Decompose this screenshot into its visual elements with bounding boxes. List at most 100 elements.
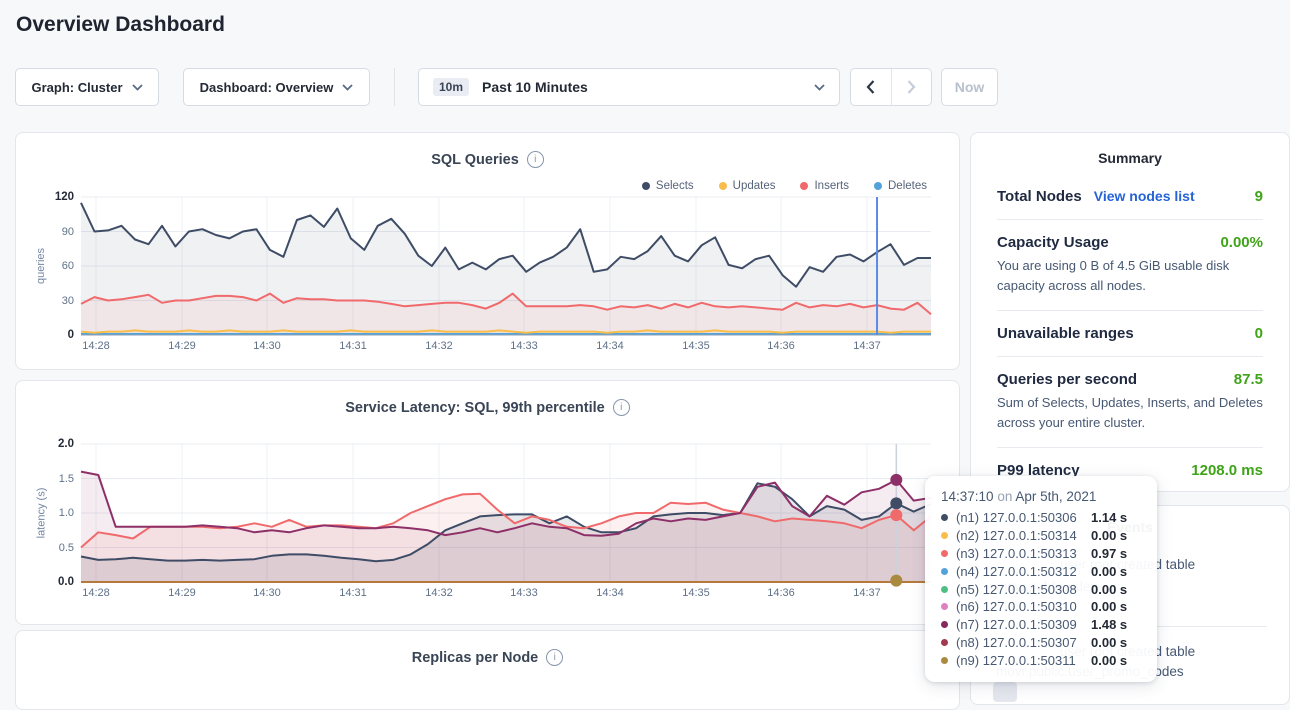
service-latency-panel: Service Latency: SQL, 99th percentile i … — [15, 380, 960, 625]
time-range-badge: 10m — [433, 78, 469, 96]
queries-per-second-label: Queries per second — [997, 371, 1137, 388]
tooltip-row: (n9) 127.0.0.1:50311 0.00 s — [941, 651, 1141, 669]
tooltip-rows: (n1) 127.0.0.1:503061.14 s(n2) 127.0.0.1… — [941, 509, 1141, 669]
tooltip-node-value: 1.48 s — [1091, 617, 1141, 632]
y-tick-label: 90 — [34, 226, 74, 238]
prev-time-button[interactable] — [851, 69, 892, 105]
tooltip-node-label: (n6) 127.0.0.1:50310 — [956, 599, 1077, 614]
node-color-dot-icon — [941, 621, 948, 628]
summary-title: Summary — [971, 150, 1289, 166]
chevron-down-icon — [814, 84, 825, 91]
tooltip-node-label: (n4) 127.0.0.1:50312 — [956, 564, 1077, 579]
node-color-dot-icon — [941, 550, 948, 557]
node-color-dot-icon — [941, 532, 948, 539]
tooltip-node-label: (n8) 127.0.0.1:50307 — [956, 635, 1077, 650]
node-color-dot-icon — [941, 514, 948, 521]
tooltip-node-label: (n7) 127.0.0.1:50309 — [956, 617, 1077, 632]
chevron-down-icon — [132, 84, 143, 91]
chevron-right-icon — [907, 80, 916, 94]
time-step-buttons — [850, 68, 932, 106]
tooltip-node-value: 0.00 s — [1091, 564, 1141, 579]
x-tick-label: 14:33 — [501, 340, 547, 352]
tooltip-node-label: (n9) 127.0.0.1:50311 — [956, 653, 1076, 668]
replicas-title-text: Replicas per Node — [412, 650, 539, 666]
time-range-selector[interactable]: 10m Past 10 Minutes — [418, 68, 840, 106]
tooltip-header: 14:37:10 on Apr 5th, 2021 — [941, 488, 1141, 505]
replicas-title: Replicas per Node i — [16, 649, 959, 666]
y-tick-label: 120 — [34, 191, 74, 203]
queries-per-second-value: 87.5 — [1234, 371, 1263, 388]
x-tick-label: 14:34 — [587, 340, 633, 352]
service-latency-chart[interactable] — [16, 381, 959, 624]
capacity-usage-subtext: You are using 0 B of 4.5 GiB usable disk… — [971, 251, 1289, 296]
y-tick-label: 1.5 — [34, 473, 74, 485]
x-tick-label: 14:35 — [673, 340, 719, 352]
info-icon[interactable]: i — [546, 649, 563, 666]
tooltip-row: (n8) 127.0.0.1:50307 0.00 s — [941, 634, 1141, 652]
divider — [997, 356, 1263, 357]
capacity-usage-label: Capacity Usage — [997, 234, 1109, 251]
divider — [997, 310, 1263, 311]
divider — [997, 219, 1263, 220]
graph-dropdown[interactable]: Graph: Cluster — [15, 68, 159, 106]
queries-per-second-subtext: Sum of Selects, Updates, Inserts, and De… — [971, 388, 1289, 433]
y-tick-label: 60 — [34, 260, 74, 272]
tooltip-row: (n2) 127.0.0.1:503140.00 s — [941, 527, 1141, 545]
p99-latency-value: 1208.0 ms — [1191, 462, 1263, 479]
tooltip-node-value: 0.00 s — [1091, 635, 1141, 650]
y-tick-label: 0.5 — [34, 542, 74, 554]
node-color-dot-icon — [941, 586, 948, 593]
graph-dropdown-label: Graph: Cluster — [31, 80, 122, 95]
x-tick-label: 14:32 — [416, 340, 462, 352]
total-nodes-value: 9 — [1255, 188, 1263, 205]
tooltip-time: 14:37:10 — [941, 489, 994, 504]
unavailable-ranges-row: Unavailable ranges 0 — [971, 325, 1289, 342]
x-tick-label: 14:29 — [159, 340, 205, 352]
total-nodes-label: Total Nodes — [997, 188, 1082, 205]
tooltip-node-value: 0.00 s — [1091, 653, 1141, 668]
sql-queries-chart[interactable] — [16, 133, 959, 369]
x-tick-label: 14:35 — [673, 587, 719, 599]
event-icon — [993, 682, 1017, 702]
divider — [997, 447, 1263, 448]
capacity-usage-row: Capacity Usage 0.00% — [971, 234, 1289, 251]
queries-per-second-row: Queries per second 87.5 — [971, 371, 1289, 388]
x-tick-label: 14:30 — [244, 340, 290, 352]
x-tick-label: 14:28 — [73, 340, 119, 352]
node-color-dot-icon — [941, 568, 948, 575]
x-tick-label: 14:37 — [844, 587, 890, 599]
x-tick-label: 14:31 — [330, 340, 376, 352]
total-nodes-row: Total Nodes View nodes list 9 — [971, 188, 1289, 205]
chart-hover-tooltip: 14:37:10 on Apr 5th, 2021 (n1) 127.0.0.1… — [925, 476, 1157, 682]
tooltip-row: (n6) 127.0.0.1:503100.00 s — [941, 598, 1141, 616]
sql-queries-panel: SQL Queries i Selects Updates Inserts De… — [15, 132, 960, 370]
x-tick-label: 14:32 — [416, 587, 462, 599]
tooltip-on: on — [997, 489, 1012, 504]
view-nodes-list-link[interactable]: View nodes list — [1094, 188, 1195, 204]
tooltip-date: Apr 5th, 2021 — [1015, 489, 1096, 504]
now-button-label: Now — [955, 79, 985, 95]
controls-divider — [394, 68, 395, 106]
x-tick-label: 14:33 — [501, 587, 547, 599]
tooltip-node-label: (n3) 127.0.0.1:50313 — [956, 546, 1077, 561]
node-color-dot-icon — [941, 639, 948, 646]
next-time-button[interactable] — [892, 69, 932, 105]
x-tick-label: 14:29 — [159, 587, 205, 599]
summary-panel: Summary Total Nodes View nodes list 9 Ca… — [970, 132, 1290, 492]
x-tick-label: 14:34 — [587, 587, 633, 599]
tooltip-row: (n7) 127.0.0.1:50309 1.48 s — [941, 616, 1141, 634]
tooltip-node-label: (n1) 127.0.0.1:50306 — [956, 510, 1077, 525]
x-tick-label: 14:31 — [330, 587, 376, 599]
replicas-panel: Replicas per Node i — [15, 630, 960, 710]
now-button[interactable]: Now — [941, 68, 998, 106]
x-tick-label: 14:28 — [73, 587, 119, 599]
dashboard-dropdown-label: Dashboard: Overview — [200, 80, 334, 95]
x-tick-label: 14:37 — [844, 340, 890, 352]
chevron-down-icon — [342, 84, 353, 91]
y-tick-label: 0.0 — [34, 576, 74, 588]
tooltip-node-value: 0.97 s — [1091, 546, 1141, 561]
page-title: Overview Dashboard — [16, 13, 225, 37]
dashboard-dropdown[interactable]: Dashboard: Overview — [183, 68, 370, 106]
tooltip-row: (n4) 127.0.0.1:50312 0.00 s — [941, 562, 1141, 580]
y-tick-label: 1.0 — [34, 507, 74, 519]
